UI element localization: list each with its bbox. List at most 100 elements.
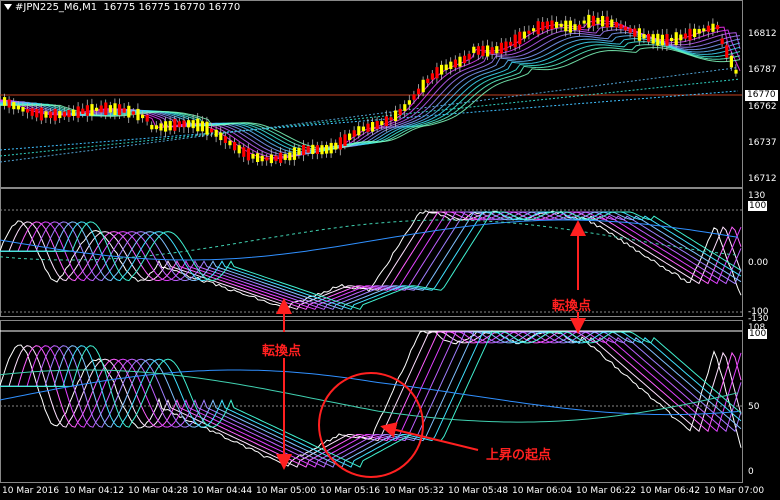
candle-body xyxy=(269,154,273,164)
annotation-turning-point-upper: 転換点 xyxy=(552,299,592,314)
candle-body xyxy=(389,117,393,121)
candle-body xyxy=(380,121,384,126)
candle-body xyxy=(164,121,168,132)
candle-body xyxy=(182,120,186,128)
panel-border xyxy=(0,320,743,483)
candle-body xyxy=(90,104,94,116)
candle-body xyxy=(476,46,480,55)
candle-body xyxy=(95,107,99,111)
candle-body xyxy=(279,152,283,163)
candle-body xyxy=(670,37,674,41)
candle-body xyxy=(394,110,398,121)
candle-body xyxy=(67,109,71,118)
time-label: 10 Mar 06:22 xyxy=(576,486,637,496)
price-label: 16762 xyxy=(748,102,777,112)
candle-body xyxy=(219,132,223,141)
osc2-label-50: 50 xyxy=(748,402,760,412)
candle-body xyxy=(458,56,462,67)
candle-body xyxy=(237,145,241,154)
time-label: 10 Mar 05:16 xyxy=(320,486,381,496)
candle-body xyxy=(720,38,724,45)
current-price-badge: 16770 xyxy=(745,90,778,101)
candle-body xyxy=(683,33,687,39)
osc2-label-100: 100 xyxy=(748,329,768,339)
symbol-label: #JPN225_M6,M1 xyxy=(15,2,98,13)
candle-body xyxy=(711,23,715,32)
annotation-rise-start: 上昇の起点 xyxy=(486,448,552,463)
candle-body xyxy=(315,145,319,155)
candle-body xyxy=(210,128,214,133)
candle-body xyxy=(99,105,103,113)
candle-body xyxy=(108,105,112,113)
candle-body xyxy=(509,41,513,46)
candle-body xyxy=(555,21,559,28)
candle-body xyxy=(16,105,20,110)
candle-body xyxy=(550,20,554,30)
candle-body xyxy=(283,154,287,160)
chart-canvas[interactable] xyxy=(0,0,780,500)
candle-body xyxy=(725,45,729,58)
candle-body xyxy=(352,130,356,137)
ohlc-values: 16775 16775 16770 16770 xyxy=(103,2,241,13)
time-label: 10 Mar 06:04 xyxy=(512,486,573,496)
candle-body xyxy=(481,45,485,56)
candle-body xyxy=(223,136,227,143)
candle-body xyxy=(361,126,365,132)
candle-body xyxy=(430,73,434,80)
osc2-label-zero: 0 xyxy=(748,467,754,477)
time-label: 10 Mar 04:44 xyxy=(192,486,253,496)
candle-body xyxy=(136,108,140,121)
candle-body xyxy=(674,32,678,46)
candle-body xyxy=(366,123,370,132)
ma-line xyxy=(0,44,741,151)
candle-body xyxy=(527,30,531,34)
highlight-circle xyxy=(318,372,424,478)
candle-body xyxy=(660,34,664,46)
candle-body xyxy=(145,115,149,122)
candle-body xyxy=(7,99,11,108)
dropdown-triangle-icon[interactable] xyxy=(4,4,12,10)
candle-body xyxy=(578,24,582,31)
candle-body xyxy=(81,108,85,115)
candle-body xyxy=(348,133,352,140)
candle-body xyxy=(518,31,522,45)
candle-body xyxy=(610,19,614,27)
osc1-label-top: 130 xyxy=(748,191,766,201)
candle-body xyxy=(141,114,145,119)
candle-body xyxy=(426,78,430,84)
oscillator-2-lines xyxy=(0,330,742,468)
candle-body xyxy=(35,108,39,118)
candle-body xyxy=(177,121,181,128)
candle-body xyxy=(665,34,669,46)
candle-body xyxy=(191,120,195,129)
candle-body xyxy=(159,123,163,131)
candle-body xyxy=(637,28,641,41)
ma-line xyxy=(0,32,741,155)
time-label: 10 Mar 05:32 xyxy=(384,486,445,496)
oscillator-1-lines xyxy=(0,210,742,311)
candle-body xyxy=(591,15,595,26)
candle-body xyxy=(260,155,264,162)
candle-body xyxy=(495,46,499,54)
candle-body xyxy=(596,17,600,24)
candle-body xyxy=(440,64,444,75)
candle-body xyxy=(325,144,329,154)
candle-body xyxy=(624,26,628,31)
candle-body xyxy=(697,29,701,34)
osc1-label-100: 100 xyxy=(748,201,768,211)
candle-body xyxy=(504,41,508,51)
candle-body xyxy=(628,28,632,33)
oscillator-line xyxy=(0,331,742,468)
arrow-to-rise-start xyxy=(380,422,479,451)
candle-body xyxy=(343,134,347,146)
candle-body xyxy=(522,31,526,39)
candle-body xyxy=(3,97,7,106)
candle-body xyxy=(173,119,177,131)
candle-body xyxy=(292,147,296,160)
candle-body xyxy=(587,14,591,28)
candle-body xyxy=(407,100,411,105)
time-label: 10 Mar 04:12 xyxy=(64,486,125,496)
oscillator-line xyxy=(0,211,742,310)
ma-line xyxy=(0,41,741,152)
candle-body xyxy=(196,118,200,132)
